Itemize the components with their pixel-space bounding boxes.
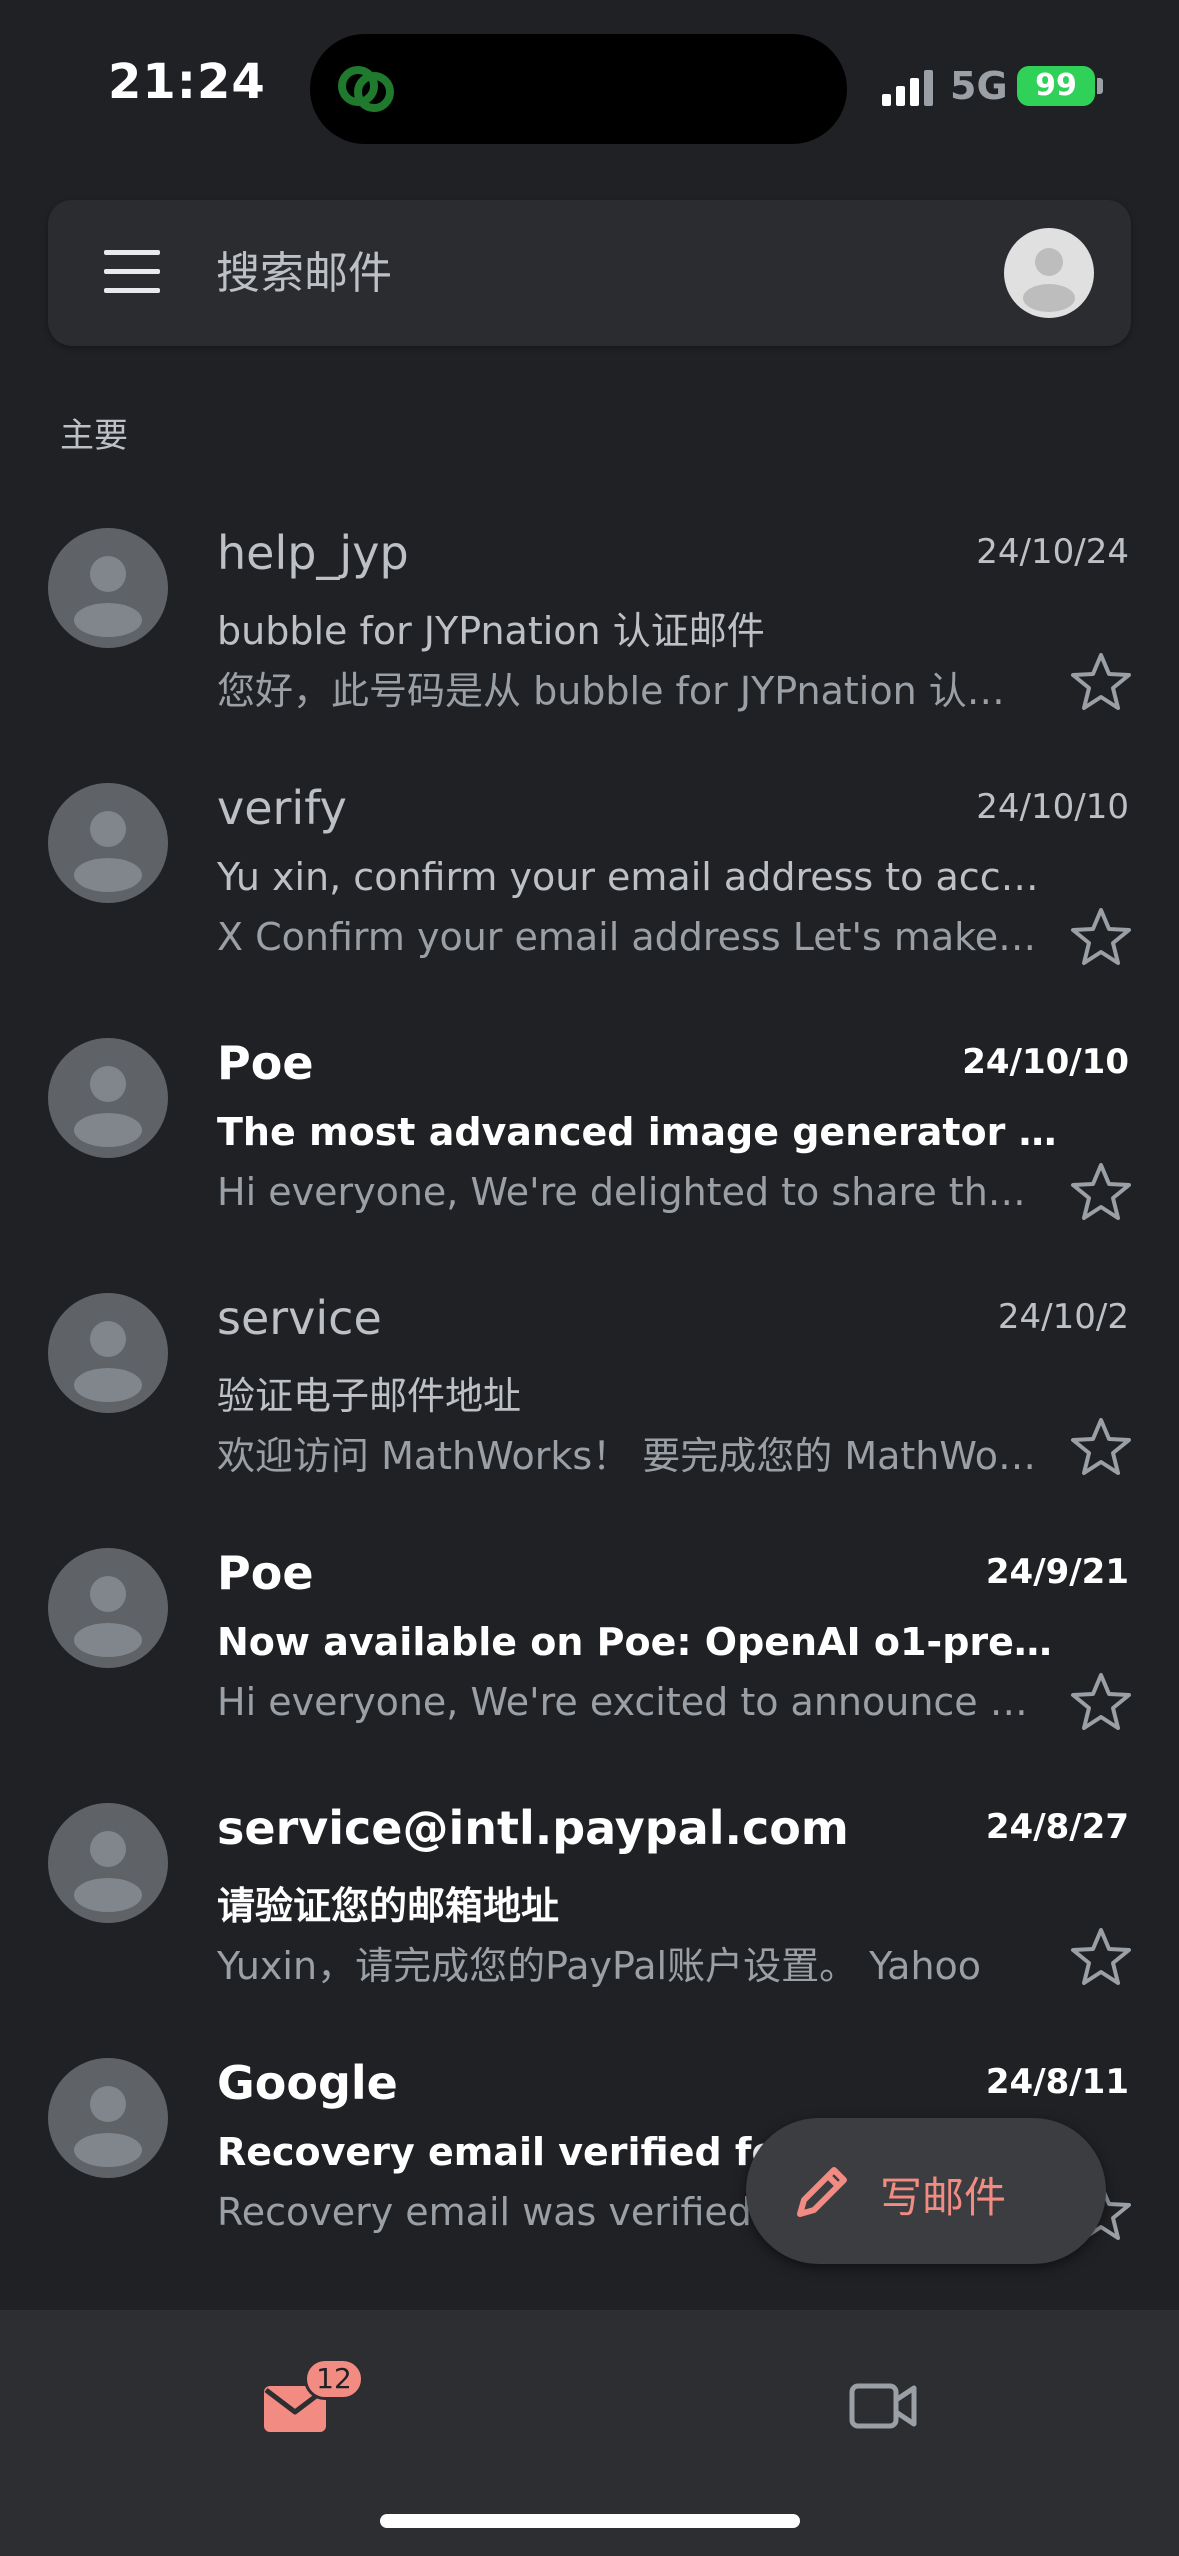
mail-subject: 验证电子邮件地址 — [217, 1374, 522, 1418]
mail-date: 24/10/10 — [962, 1042, 1129, 1082]
mail-snippet: Hi everyone, We're delighted to share th… — [217, 1170, 1037, 1214]
star-icon[interactable] — [1068, 1670, 1134, 1736]
mail-item[interactable]: service 24/10/2 验证电子邮件地址 欢迎访问 MathWorks！… — [0, 1255, 1179, 1510]
mail-item[interactable]: help_jyp 24/10/24 bubble for JYPnation 认… — [0, 490, 1179, 745]
battery-icon: 99 — [1017, 66, 1095, 106]
mail-date: 24/8/27 — [985, 1807, 1129, 1847]
dynamic-island — [310, 34, 847, 144]
mail-snippet: Yuxin，请完成您的PayPal账户设置。 Yahoo — [217, 1944, 982, 1988]
sender-avatar — [48, 528, 168, 648]
search-bar — [48, 200, 1131, 346]
avatar-icon — [74, 556, 142, 637]
battery-cap — [1097, 78, 1103, 94]
star-icon[interactable] — [1068, 650, 1134, 716]
mail-date: 24/10/10 — [976, 787, 1129, 827]
star-icon[interactable] — [1068, 1415, 1134, 1481]
mail-list: help_jyp 24/10/24 bubble for JYPnation 认… — [0, 490, 1179, 2275]
avatar-icon — [74, 811, 142, 892]
mail-sender: Poe — [217, 1546, 314, 1600]
nav-mail-tab[interactable]: 12 — [254, 2358, 374, 2448]
avatar-icon — [1023, 248, 1075, 312]
mail-snippet: 欢迎访问 MathWorks！ 要完成您的 MathWorks 帐户创建 — [217, 1434, 1037, 1478]
mail-subject: Yu xin, confirm your email address to ac… — [217, 855, 1057, 899]
mail-date: 24/10/2 — [997, 1297, 1129, 1337]
mail-date: 24/8/11 — [985, 2062, 1129, 2102]
star-icon[interactable] — [1068, 1160, 1134, 1226]
network-label: 5G — [950, 64, 1008, 108]
section-label-primary: 主要 — [60, 416, 128, 456]
avatar-icon — [74, 1321, 142, 1402]
mail-snippet: X Confirm your email address Let's make … — [217, 915, 1037, 959]
mail-sender: service — [217, 1291, 382, 1345]
mail-subject: Now available on Poe: OpenAI o1-preview … — [217, 1620, 1057, 1664]
sender-avatar — [48, 1038, 168, 1158]
search-input[interactable] — [216, 236, 976, 310]
avatar-icon — [74, 1066, 142, 1147]
mail-sender: Poe — [217, 1036, 314, 1090]
account-avatar[interactable] — [1004, 228, 1094, 318]
menu-icon[interactable] — [104, 250, 160, 294]
video-icon[interactable] — [848, 2374, 920, 2438]
gmail-inbox-screen: 21:24 5G 99 主要 — [0, 0, 1179, 2556]
home-indicator[interactable] — [380, 2514, 800, 2528]
mail-sender: Google — [217, 2056, 398, 2110]
sender-avatar — [48, 1548, 168, 1668]
mail-snippet: Hi everyone, We're excited to announce t… — [217, 1680, 1037, 1724]
mail-date: 24/9/21 — [985, 1552, 1129, 1592]
mail-item[interactable]: Poe 24/9/21 Now available on Poe: OpenAI… — [0, 1510, 1179, 1765]
mail-snippet: 您好，此号码是从 bubble for JYPnation 认证邮件 — [217, 669, 1037, 713]
status-time: 21:24 — [108, 54, 266, 110]
mail-subject: bubble for JYPnation 认证邮件 — [217, 609, 765, 653]
pencil-icon — [797, 2167, 847, 2217]
sender-avatar — [48, 2058, 168, 2178]
avatar-icon — [74, 2086, 142, 2167]
mail-item[interactable]: service@intl.paypal.com 24/8/27 请验证您的邮箱地… — [0, 1765, 1179, 2020]
mail-item[interactable]: verify 24/10/10 Yu xin, confirm your ema… — [0, 745, 1179, 1000]
mail-sender: verify — [217, 781, 347, 835]
mail-subject: The most advanced image generator is now… — [217, 1110, 1057, 1154]
link-icon — [338, 66, 394, 112]
signal-icon — [882, 70, 933, 106]
status-bar: 21:24 5G 99 — [0, 0, 1179, 170]
sender-avatar — [48, 1293, 168, 1413]
sender-avatar — [48, 1803, 168, 1923]
star-icon[interactable] — [1068, 905, 1134, 971]
mail-date: 24/10/24 — [976, 532, 1129, 572]
compose-button[interactable]: 写邮件 — [746, 2118, 1106, 2264]
compose-label: 写邮件 — [880, 2173, 1007, 2222]
mail-subject: 请验证您的邮箱地址 — [217, 1884, 560, 1928]
mail-sender: help_jyp — [217, 526, 409, 580]
sender-avatar — [48, 783, 168, 903]
avatar-icon — [74, 1576, 142, 1657]
mail-item[interactable]: Poe 24/10/10 The most advanced image gen… — [0, 1000, 1179, 1255]
mail-unread-badge: 12 — [304, 2358, 364, 2400]
mail-sender: service@intl.paypal.com — [217, 1801, 849, 1855]
avatar-icon — [74, 1831, 142, 1912]
star-icon[interactable] — [1068, 1925, 1134, 1991]
